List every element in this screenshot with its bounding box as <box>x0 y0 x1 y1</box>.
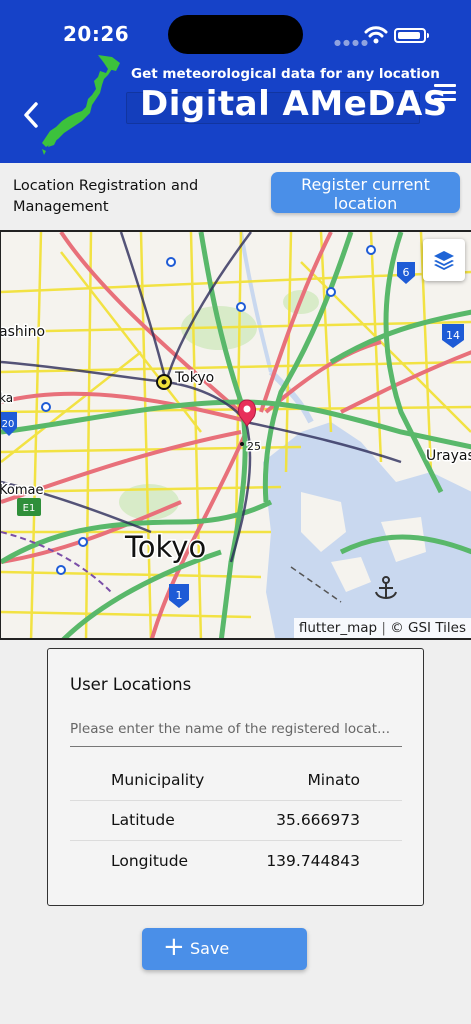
map-tiles: 6 14 20 1 E1 ashino Tokyo Tokyo Urayas K… <box>1 232 471 638</box>
map-label-shino: ashino <box>1 324 45 340</box>
svg-text:1: 1 <box>176 589 183 602</box>
user-locations-card: User Locations Municipality Minato Latit… <box>47 648 424 906</box>
map-label-komae: Komae <box>1 483 43 498</box>
row-value: 139.744843 <box>266 852 360 870</box>
route-shield-14: 14 <box>442 324 464 348</box>
back-arrow-icon[interactable] <box>18 98 44 132</box>
row-value: Minato <box>307 771 360 789</box>
svg-text:14: 14 <box>446 329 460 342</box>
row-key: Longitude <box>111 852 189 870</box>
card-title: User Locations <box>70 675 192 694</box>
table-row: Latitude 35.666973 <box>70 801 402 841</box>
location-name-input[interactable] <box>70 711 402 747</box>
attribution-lib[interactable]: flutter_map <box>299 620 377 636</box>
attribution-separator: | <box>381 620 386 636</box>
battery-icon <box>394 28 429 43</box>
map-view[interactable]: 6 14 20 1 E1 ashino Tokyo Tokyo Urayas K… <box>0 230 471 640</box>
register-current-location-button[interactable]: Register current location <box>271 172 460 213</box>
route-shield-1: 1 <box>169 584 189 608</box>
map-label-ka: ka <box>1 391 13 405</box>
table-row: Longitude 139.744843 <box>70 842 402 882</box>
location-pin-icon <box>238 399 256 427</box>
row-key: Latitude <box>111 811 175 829</box>
map-attribution: flutter_map | © GSI Tiles <box>293 618 471 638</box>
map-label-route-25: 25 <box>247 440 261 453</box>
app-tagline: Get meteorological data for any location <box>131 66 440 82</box>
svg-text:20: 20 <box>2 419 15 430</box>
app-header: 20:26 ●●●● Get meteorological data for a… <box>0 0 471 163</box>
registration-label: Location Registration and Management <box>13 178 199 215</box>
expressway-shield-e1: E1 <box>17 498 41 516</box>
map-label-tokyo-station: Tokyo <box>174 370 214 386</box>
table-row: Municipality Minato <box>70 761 402 801</box>
save-button[interactable]: + Save <box>142 928 307 970</box>
layers-icon <box>434 251 454 270</box>
row-key: Municipality <box>111 771 205 789</box>
japan-map-icon <box>42 55 120 155</box>
dynamic-island <box>168 15 303 54</box>
status-time: 20:26 <box>63 22 130 46</box>
route-shield-6: 6 <box>397 262 415 284</box>
svg-text:6: 6 <box>403 266 410 279</box>
map-label-urayasu: Urayas <box>426 448 471 464</box>
save-label: Save <box>190 939 230 958</box>
wifi-icon <box>364 26 388 44</box>
map-label-tokyo: Tokyo <box>124 530 206 564</box>
plus-icon: + <box>163 932 185 962</box>
row-value: 35.666973 <box>276 811 360 829</box>
svg-text:E1: E1 <box>23 503 36 514</box>
layer-switch-button[interactable] <box>423 239 465 281</box>
hamburger-menu-icon[interactable] <box>434 84 456 102</box>
attribution-tiles[interactable]: © GSI Tiles <box>390 620 466 636</box>
app-title: Digital AMeDAS <box>140 84 448 124</box>
station-marker-icon <box>156 374 172 390</box>
